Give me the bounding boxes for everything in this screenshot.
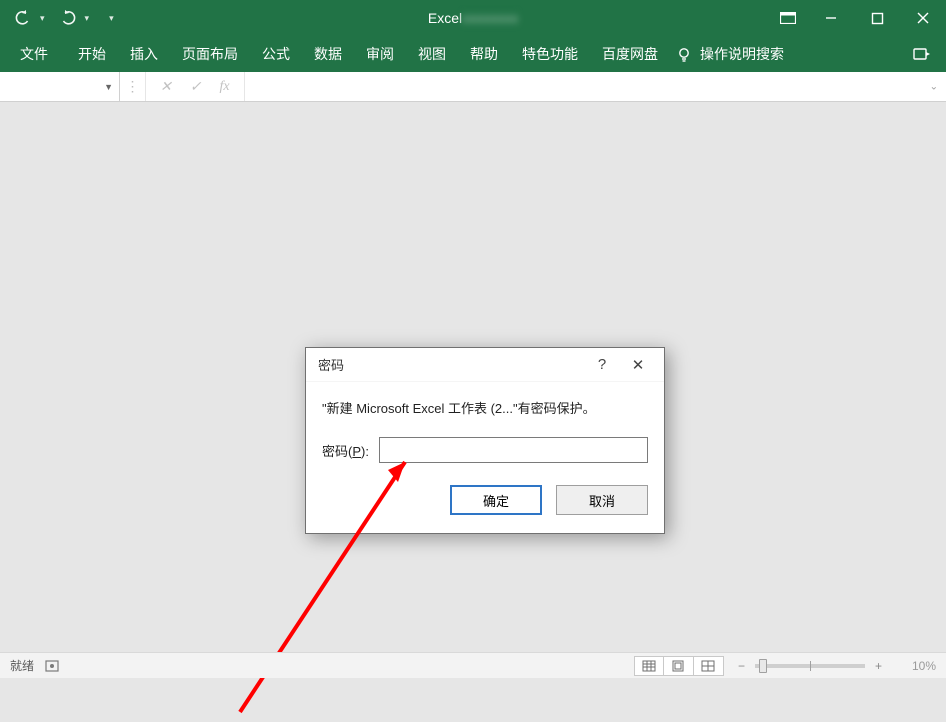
dialog-titlebar[interactable]: 密码 ? ✕ (306, 348, 664, 382)
share-button[interactable] (912, 44, 932, 64)
password-label: 密码(P): (322, 441, 369, 460)
formula-grip-icon: ⋮ (120, 72, 146, 101)
dialog-close-button[interactable]: ✕ (620, 356, 656, 374)
cancel-entry-button[interactable]: ✕ (160, 78, 172, 95)
title-bar: ▾ ▾ ▾ Excelxxxxxxxx (0, 0, 946, 36)
tab-file[interactable]: 文件 (8, 36, 60, 72)
tab-home[interactable]: 开始 (66, 36, 118, 72)
password-dialog: 密码 ? ✕ "新建 Microsoft Excel 工作表 (2..."有密码… (305, 347, 665, 534)
formula-bar: ▼ ⋮ ✕ ✓ fx ⌄ (0, 72, 946, 102)
cancel-button[interactable]: 取消 (556, 485, 648, 515)
tell-me-label: 操作说明搜索 (700, 44, 784, 64)
zoom-out-button[interactable]: − (738, 659, 745, 673)
tab-view[interactable]: 视图 (406, 36, 458, 72)
status-bar: 就绪 − + 10% (0, 652, 946, 678)
ok-button[interactable]: 确定 (450, 485, 542, 515)
dialog-message: "新建 Microsoft Excel 工作表 (2..."有密码保护。 (322, 398, 648, 417)
zoom-controls: − + 10% (738, 659, 936, 673)
enter-entry-button[interactable]: ✓ (190, 78, 202, 95)
tab-formulas[interactable]: 公式 (250, 36, 302, 72)
app-title-text: Excel (428, 10, 462, 26)
tab-data[interactable]: 数据 (302, 36, 354, 72)
password-input[interactable] (379, 437, 648, 463)
dialog-actions: 确定 取消 (306, 469, 664, 533)
lightbulb-icon (676, 46, 692, 62)
tab-special[interactable]: 特色功能 (510, 36, 590, 72)
macro-record-icon[interactable] (44, 659, 60, 673)
qat-customize-caret-icon[interactable]: ▾ (109, 13, 114, 24)
window-title: Excelxxxxxxxx (428, 10, 518, 26)
tell-me-search[interactable]: 操作说明搜索 (676, 44, 784, 64)
zoom-slider[interactable] (755, 664, 865, 668)
dialog-help-button[interactable]: ? (584, 356, 620, 373)
tab-insert[interactable]: 插入 (118, 36, 170, 72)
normal-view-button[interactable] (634, 656, 664, 676)
zoom-in-button[interactable]: + (875, 659, 882, 673)
page-break-view-button[interactable] (694, 656, 724, 676)
tab-help[interactable]: 帮助 (458, 36, 510, 72)
name-box[interactable]: ▼ (0, 72, 120, 101)
quick-access-toolbar: ▾ ▾ ▾ (0, 9, 114, 27)
title-blurred-suffix: xxxxxxxx (462, 10, 518, 26)
insert-function-button[interactable]: fx (219, 79, 229, 95)
tab-review[interactable]: 审阅 (354, 36, 406, 72)
ribbon-display-options-button[interactable] (768, 0, 808, 36)
view-mode-buttons (634, 656, 724, 676)
undo-button[interactable] (14, 9, 32, 27)
redo-history-caret-icon[interactable]: ▾ (85, 13, 90, 24)
zoom-percent[interactable]: 10% (892, 659, 936, 673)
name-box-dropdown-icon[interactable]: ▼ (104, 82, 113, 92)
password-row: 密码(P): (322, 437, 648, 463)
dialog-title-text: 密码 (318, 355, 344, 374)
formula-input[interactable]: ⌄ (245, 72, 946, 101)
close-window-button[interactable] (900, 0, 946, 36)
tab-baidu-disk[interactable]: 百度网盘 (590, 36, 670, 72)
status-ready: 就绪 (10, 657, 34, 674)
page-layout-view-button[interactable] (664, 656, 694, 676)
formula-expand-icon[interactable]: ⌄ (930, 81, 938, 92)
dialog-body: "新建 Microsoft Excel 工作表 (2..."有密码保护。 密码(… (306, 382, 664, 469)
formula-tools: ✕ ✓ fx (146, 72, 245, 101)
tab-page-layout[interactable]: 页面布局 (170, 36, 250, 72)
minimize-button[interactable] (808, 0, 854, 36)
zoom-slider-center-mark (810, 661, 811, 671)
window-controls (768, 0, 946, 36)
ribbon-tabs: 文件 开始 插入 页面布局 公式 数据 审阅 视图 帮助 特色功能 百度网盘 操… (0, 36, 946, 72)
zoom-slider-thumb[interactable] (759, 659, 767, 673)
workspace: 密码 ? ✕ "新建 Microsoft Excel 工作表 (2..."有密码… (0, 102, 946, 652)
maximize-button[interactable] (854, 0, 900, 36)
redo-button[interactable] (59, 9, 77, 27)
undo-history-caret-icon[interactable]: ▾ (40, 13, 45, 24)
